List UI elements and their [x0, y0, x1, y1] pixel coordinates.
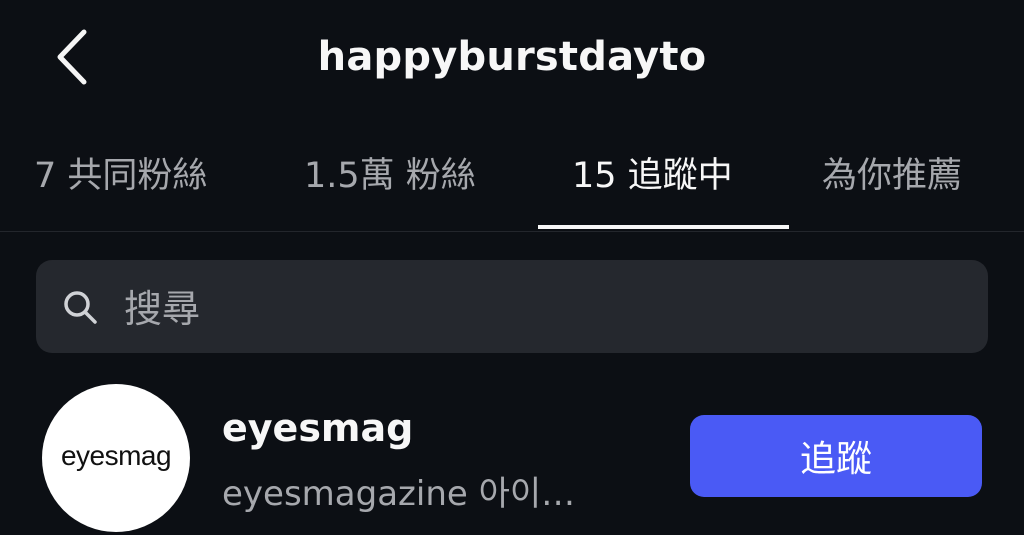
search-icon — [64, 291, 97, 324]
tab-following[interactable]: 15 追蹤中 — [572, 140, 733, 230]
tab-bar: 7 共同粉絲 1.5萬 粉絲 15 追蹤中 為你推薦 — [0, 140, 1024, 232]
full-name: eyesmagazine 아이… — [222, 474, 576, 514]
follow-button[interactable]: 追蹤 — [690, 415, 982, 497]
avatar[interactable]: eyesmag — [42, 384, 190, 532]
tab-followers[interactable]: 1.5萬 粉絲 — [304, 140, 476, 230]
tab-mutual-followers[interactable]: 7 共同粉絲 — [34, 140, 207, 230]
top-bar: happyburstdayto — [0, 0, 1024, 120]
search-input[interactable] — [122, 270, 966, 348]
active-tab-indicator — [538, 225, 789, 229]
username[interactable]: eyesmag — [222, 406, 413, 450]
tab-suggested[interactable]: 為你推薦 — [822, 140, 962, 230]
page-title: happyburstdayto — [317, 34, 707, 80]
list-item[interactable]: eyesmag eyesmag eyesmagazine 아이… 追蹤 — [0, 380, 1024, 535]
avatar-logo-text: eyesmag — [60, 440, 172, 471]
